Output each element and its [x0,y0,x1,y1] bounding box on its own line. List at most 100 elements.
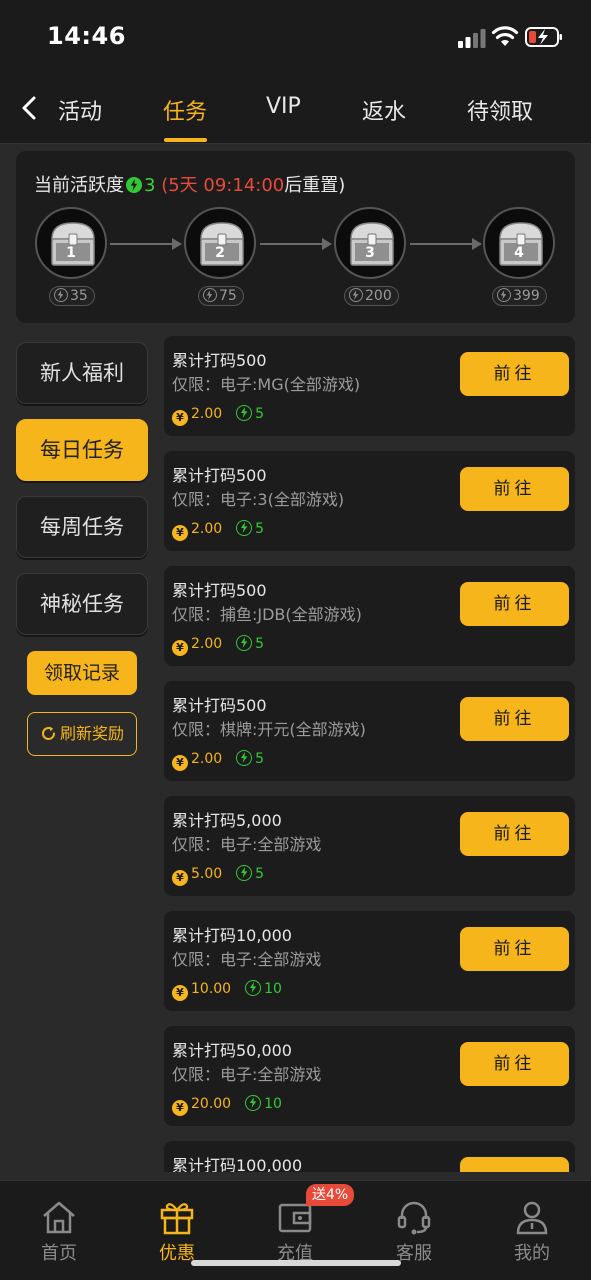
reset-countdown: 5天 09:14:00 [168,175,285,196]
deposit-bonus-badge: 送4% [306,1184,355,1206]
energy-icon [236,750,253,766]
top-tab-bar: 活动 任务 VIP 返水 待领取 [0,76,591,144]
reward-points: 5 [255,866,265,882]
chest-requirement-value: 200 [365,288,392,304]
tab-pending[interactable]: 待领取 [467,94,533,126]
chest-requirement-value: 399 [513,288,540,304]
task-reward: ¥5.00 5 [172,865,264,886]
go-button[interactable]: 前往 [460,812,569,856]
tab-vip[interactable]: VIP [266,94,301,119]
reward-amount: 2.00 [191,406,223,422]
energy-icon [126,177,142,193]
treasure-chest-3[interactable]: 3 [334,207,406,279]
treasure-chest-icon [51,222,95,266]
energy-icon [203,288,217,302]
go-button[interactable]: 前往 [460,582,569,626]
treasure-chest-icon [350,222,394,266]
nav-label: 我的 [514,1243,550,1264]
claim-record-button[interactable]: 领取记录 [27,651,137,695]
coin-icon: ¥ [172,410,188,426]
status-time: 14:46 [47,22,126,50]
progress-arrow [110,238,182,250]
task-scope: 仅限：棋牌:开元(全部游戏) [172,720,366,739]
energy-icon [54,288,68,302]
refresh-icon [41,726,55,740]
treasure-chest-icon [200,222,244,266]
task-scope: 仅限：电子:全部游戏 [172,950,322,969]
task-title: 累计打码50,000 [172,1041,292,1060]
task-title: 累计打码500 [172,351,267,370]
go-button[interactable]: 前往 [460,1042,569,1086]
progress-arrow [410,238,482,250]
go-button[interactable]: 前往 [460,467,569,511]
energy-icon [236,865,253,881]
task-title: 累计打码5,000 [172,811,282,830]
chest-requirement-3: 200 [344,286,399,306]
go-button[interactable]: 前往 [460,927,569,971]
sidebar-item-newcomer[interactable]: 新人福利 [16,342,148,404]
go-button[interactable]: 前往 [460,697,569,741]
sidebar-item-daily[interactable]: 每日任务 [16,419,148,481]
treasure-chest-4[interactable]: 4 [483,207,555,279]
task-title: 累计打码500 [172,696,267,715]
active-tab-indicator [164,138,207,142]
nav-promotions[interactable]: 优惠 [137,1199,217,1265]
task-card: 累计打码5,000 仅限：电子:全部游戏 ¥5.00 5 前往 [164,796,575,896]
task-card: 累计打码500 仅限：捕鱼:JDB(全部游戏) ¥2.00 5 前往 [164,566,575,666]
status-bar: 14:46 [0,0,591,76]
energy-icon [245,980,262,996]
reward-points: 5 [255,521,265,537]
reward-points: 5 [255,406,265,422]
reward-points: 10 [264,981,282,997]
task-card: 累计打码50,000 仅限：电子:全部游戏 ¥20.00 10 前往 [164,1026,575,1126]
task-reward: ¥2.00 5 [172,520,264,541]
task-title: 累计打码100,000 [172,1156,303,1172]
task-scope: 仅限：电子:全部游戏 [172,835,322,854]
chest-requirement-4: 399 [492,286,547,306]
go-button[interactable] [460,1157,569,1172]
sidebar-item-weekly[interactable]: 每周任务 [16,496,148,558]
go-button[interactable]: 前往 [460,352,569,396]
task-reward: ¥2.00 5 [172,405,264,426]
headset-icon [397,1201,431,1235]
reward-amount: 5.00 [191,866,223,882]
reward-amount: 2.00 [191,636,223,652]
reward-amount: 2.00 [191,751,223,767]
chest-requirement-1: 35 [49,286,95,306]
energy-icon [236,405,253,421]
tab-activity[interactable]: 活动 [58,94,102,126]
wifi-icon [491,26,519,46]
user-icon [516,1201,548,1235]
reward-points: 10 [264,1096,282,1112]
coin-icon: ¥ [172,640,188,656]
task-list[interactable]: 累计打码500 仅限：电子:MG(全部游戏) ¥2.00 5 前往 累计打码500… [164,336,575,1172]
tab-rebate[interactable]: 返水 [362,94,406,126]
nav-home[interactable]: 首页 [19,1199,99,1265]
nav-deposit[interactable]: 充值 [255,1199,335,1265]
task-title: 累计打码10,000 [172,926,292,945]
energy-icon [349,288,363,302]
back-arrow-icon[interactable] [14,90,44,126]
activity-label: 当前活跃度 [34,175,124,196]
chest-number: 3 [365,245,375,261]
reset-suffix: 后重置) [284,175,346,196]
sidebar-item-mystery[interactable]: 神秘任务 [16,573,148,635]
nav-label: 首页 [41,1243,77,1264]
task-title: 累计打码500 [172,466,267,485]
chest-number: 1 [66,245,76,261]
reward-amount: 20.00 [191,1096,232,1112]
task-reward: ¥20.00 10 [172,1095,282,1116]
reward-points: 5 [255,751,265,767]
refresh-rewards-button[interactable]: 刷新奖励 [27,712,137,756]
nav-customer-service[interactable]: 客服 [374,1199,454,1265]
chest-number: 2 [215,245,225,261]
chest-requirement-2: 75 [198,286,244,306]
treasure-chest-1[interactable]: 1 [35,207,107,279]
treasure-chest-2[interactable]: 2 [184,207,256,279]
tab-tasks[interactable]: 任务 [163,94,207,126]
coin-icon: ¥ [172,1100,188,1116]
home-indicator [191,1260,401,1266]
energy-icon [236,635,253,651]
nav-profile[interactable]: 我的 [492,1199,572,1265]
task-card: 累计打码500 仅限：棋牌:开元(全部游戏) ¥2.00 5 前往 [164,681,575,781]
